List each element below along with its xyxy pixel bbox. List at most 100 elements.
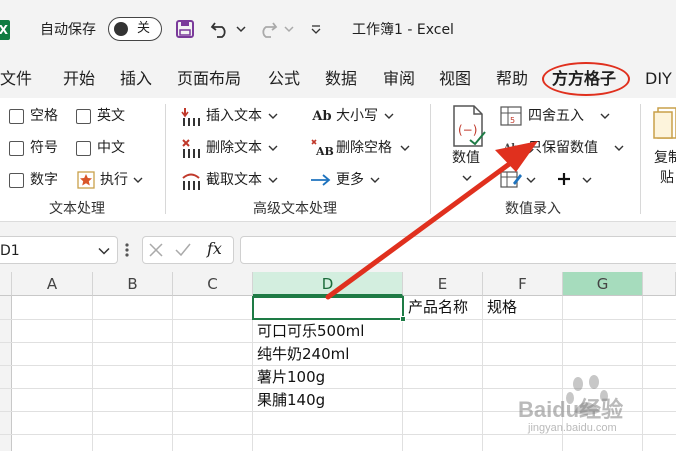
tab-page-layout[interactable]: 页面布局 (177, 68, 241, 90)
checkbox-symbol[interactable] (9, 141, 24, 156)
toggle-knob-icon (114, 22, 128, 36)
baidu-watermark: Baidu经验 jingyan.baidu.com (504, 372, 674, 448)
cancel-icon[interactable] (148, 242, 164, 258)
group-label-text-processing: 文本处理 (49, 201, 105, 217)
customize-toolbar-icon[interactable] (308, 17, 324, 41)
document-title: 工作簿1 - Excel (352, 22, 454, 38)
extract-text-dropdown-icon[interactable] (268, 176, 278, 184)
active-cell-d1[interactable] (252, 296, 406, 322)
edit-table-icon[interactable] (500, 169, 522, 189)
tab-insert[interactable]: 插入 (120, 68, 152, 90)
checkbox-english[interactable] (76, 109, 91, 124)
execute-icon (77, 171, 95, 189)
round-dropdown-icon[interactable] (600, 112, 610, 120)
column-header-d[interactable]: D (253, 272, 403, 296)
column-header-h[interactable] (643, 272, 676, 296)
autosave-toggle[interactable]: 关 (108, 17, 162, 41)
checkbox-number-label: 数字 (30, 172, 58, 188)
group-separator (430, 104, 431, 214)
redo-dropdown-icon[interactable] (282, 17, 296, 41)
tab-review[interactable]: 审阅 (383, 68, 415, 90)
tab-help[interactable]: 帮助 (496, 68, 528, 90)
delete-space-dropdown-icon[interactable] (400, 144, 410, 152)
cell-d4[interactable]: 薯片100g (257, 366, 325, 389)
execute-button[interactable]: 执行 (100, 171, 128, 189)
round-button[interactable]: 四舍五入 (528, 107, 584, 125)
excel-logo-icon: X (0, 20, 10, 40)
cell-d3[interactable]: 纯牛奶240ml (257, 343, 349, 366)
case-icon: Ab (312, 108, 332, 124)
group-label-number-entry: 数值录入 (505, 201, 561, 217)
column-header-a[interactable]: A (12, 272, 93, 296)
extract-text-button[interactable]: 截取文本 (206, 171, 262, 189)
confirm-icon[interactable] (175, 242, 191, 258)
undo-icon[interactable] (208, 17, 232, 41)
more-options-icon[interactable] (124, 242, 130, 258)
round-icon: 5 (500, 106, 522, 126)
more-button[interactable]: 更多 (336, 171, 364, 189)
values-dropdown-icon[interactable] (462, 174, 472, 182)
plus-dropdown-icon[interactable] (582, 176, 592, 184)
tab-home[interactable]: 开始 (63, 68, 95, 90)
column-header-e[interactable]: E (403, 272, 483, 296)
cell-f1[interactable]: 规格 (487, 296, 517, 319)
keep-values-icon: Abc (503, 142, 525, 154)
delete-text-icon (180, 138, 202, 160)
tab-diy[interactable]: DIY (645, 68, 672, 90)
svg-text:(−): (−) (458, 123, 477, 137)
keep-values-button[interactable]: 只保留数值 (528, 139, 598, 157)
checkbox-number[interactable] (9, 173, 24, 188)
more-dropdown-icon[interactable] (370, 176, 380, 184)
values-button[interactable]: 数值 (452, 149, 480, 167)
execute-dropdown-icon[interactable] (133, 176, 143, 184)
delete-text-dropdown-icon[interactable] (268, 144, 278, 152)
select-all-corner[interactable] (0, 272, 12, 296)
formula-bar: D1 fx (0, 232, 676, 268)
keep-values-dropdown-icon[interactable] (614, 144, 624, 152)
column-header-g[interactable]: G (563, 272, 643, 296)
case-button[interactable]: 大小写 (336, 107, 378, 125)
autosave-label: 自动保存 (40, 22, 96, 38)
tab-highlight-ring (542, 62, 630, 96)
column-header-c[interactable]: C (173, 272, 253, 296)
group-label-advanced-text: 高级文本处理 (253, 201, 337, 217)
fill-handle[interactable] (400, 316, 406, 322)
insert-function-button[interactable]: fx (207, 240, 222, 258)
formula-input[interactable] (240, 236, 676, 264)
tab-view[interactable]: 视图 (439, 68, 471, 90)
cell-d2[interactable]: 可口可乐500ml (257, 320, 364, 343)
insert-text-icon (180, 106, 202, 128)
cell-e1[interactable]: 产品名称 (408, 296, 468, 319)
redo-icon[interactable] (256, 17, 280, 41)
group-separator (165, 104, 166, 214)
save-icon[interactable] (174, 17, 196, 41)
checkbox-space-label: 空格 (30, 108, 58, 124)
plus-icon[interactable] (556, 171, 572, 187)
undo-dropdown-icon[interactable] (234, 17, 248, 41)
insert-text-button[interactable]: 插入文本 (206, 107, 262, 125)
checkbox-chinese[interactable] (76, 141, 91, 156)
values-icon: (−) (448, 104, 488, 148)
name-box-dropdown-icon[interactable] (98, 247, 110, 255)
tab-data[interactable]: 数据 (325, 68, 357, 90)
cell-d5[interactable]: 果脯140g (257, 389, 325, 412)
edit-table-dropdown-icon[interactable] (526, 176, 536, 184)
title-bar: X 自动保存 关 工作簿1 - Excel (0, 0, 676, 60)
autosave-state: 关 (137, 21, 151, 36)
insert-text-dropdown-icon[interactable] (268, 112, 278, 120)
column-header-f[interactable]: F (483, 272, 563, 296)
checkbox-english-label: 英文 (97, 108, 125, 124)
checkbox-space[interactable] (9, 109, 24, 124)
case-dropdown-icon[interactable] (384, 112, 394, 120)
tab-file[interactable]: 文件 (0, 68, 32, 90)
more-arrow-icon (310, 171, 332, 189)
delete-space-button[interactable]: 删除空格 (336, 139, 392, 157)
watermark-brand: Baidu经验 (518, 397, 624, 422)
copy-button[interactable]: 复制 (654, 149, 676, 167)
paste-button[interactable]: 贴 (660, 169, 674, 187)
name-box[interactable]: D1 (0, 236, 118, 264)
delete-text-button[interactable]: 删除文本 (206, 139, 262, 157)
watermark-url: jingyan.baidu.com (528, 422, 617, 434)
tab-formulas[interactable]: 公式 (268, 68, 300, 90)
column-header-b[interactable]: B (93, 272, 173, 296)
